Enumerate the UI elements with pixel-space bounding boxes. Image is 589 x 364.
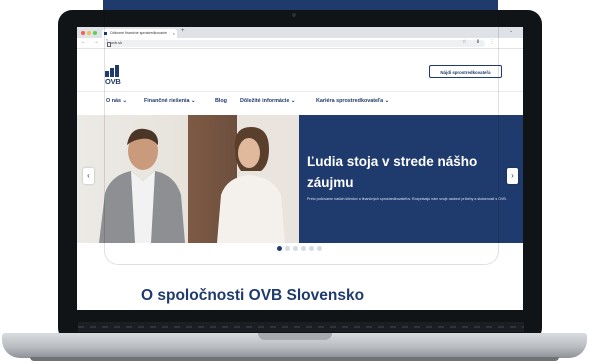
- ovb-logo[interactable]: OVB: [105, 65, 125, 86]
- url-text: ovb.sk: [111, 41, 122, 45]
- keyboard-edge: [78, 322, 524, 332]
- carousel-dot[interactable]: [317, 246, 322, 251]
- hero-photo: [77, 115, 299, 243]
- man-photo: [99, 128, 185, 243]
- section-title: O spoločnosti OVB Slovensko: [141, 287, 365, 304]
- carousel-dot[interactable]: [285, 246, 290, 251]
- hero-banner: Ľudia stoja v strede nášho záujmu Preto …: [77, 115, 523, 243]
- logo-text: OVB: [105, 77, 121, 86]
- browser-window: Odborné finančné sprostredkovanie × + ⌄ …: [77, 27, 523, 310]
- logo-bar: [110, 68, 114, 77]
- nav-item-kariera[interactable]: Kariéra sprostredkovateľa ⌄: [316, 98, 389, 104]
- nav-item-blog[interactable]: Blog: [215, 98, 227, 104]
- laptop-foot: [30, 357, 559, 361]
- extension-icons[interactable]: ☆ ⬇ ⋮: [462, 39, 498, 45]
- hero-title: Ľudia stoja v strede nášho záujmu: [307, 154, 478, 190]
- carousel-prev-button[interactable]: ‹: [83, 168, 94, 184]
- laptop-notch: [258, 333, 332, 340]
- tab-search-icon[interactable]: ⌄: [509, 28, 513, 34]
- nav-item-financne-riesenia[interactable]: Finančné riešenia ⌄: [144, 98, 196, 104]
- carousel-dot[interactable]: [293, 246, 298, 251]
- new-tab-button[interactable]: +: [181, 28, 185, 34]
- carousel-pagination: [277, 246, 337, 252]
- nav-item-o-nas[interactable]: O nás ⌄: [106, 98, 127, 104]
- carousel-dot[interactable]: [309, 246, 314, 251]
- find-advisor-button[interactable]: Nájdi sprostredkovateľa: [429, 65, 502, 78]
- woman-photo: [217, 127, 285, 243]
- main-navigation: O nás ⌄ Finančné riešenia ⌄ Blog Dôležit…: [77, 91, 523, 111]
- carousel-next-button[interactable]: ›: [507, 168, 518, 184]
- logo-bar: [115, 65, 119, 77]
- keyboard-keys: [78, 326, 524, 328]
- carousel-dot[interactable]: [301, 246, 306, 251]
- tab-title: Odborné finančné sprostredkovanie: [110, 31, 167, 35]
- url-input[interactable]: ovb.sk: [105, 40, 485, 47]
- maximize-window-dot[interactable]: [93, 31, 97, 35]
- carousel-dot[interactable]: [277, 246, 282, 251]
- browser-tab[interactable]: Odborné finančné sprostredkovanie ×: [102, 29, 177, 38]
- background-band: [103, 0, 498, 10]
- hero-subtitle: Preto počúvame našich klientov a finančn…: [307, 197, 507, 201]
- close-window-dot[interactable]: [81, 31, 85, 35]
- tab-strip: Odborné finančné sprostredkovanie × + ⌄: [77, 27, 523, 38]
- tab-close-icon[interactable]: ×: [173, 29, 175, 38]
- minimize-window-dot[interactable]: [87, 31, 91, 35]
- nav-item-dolezite-informacie[interactable]: Dôležité informácie ⌄: [240, 98, 295, 104]
- address-bar: ← → ↻ ovb.sk ☆ ⬇ ⋮: [77, 38, 523, 49]
- camera-icon: [292, 13, 296, 17]
- ovb-favicon-icon: [104, 32, 107, 35]
